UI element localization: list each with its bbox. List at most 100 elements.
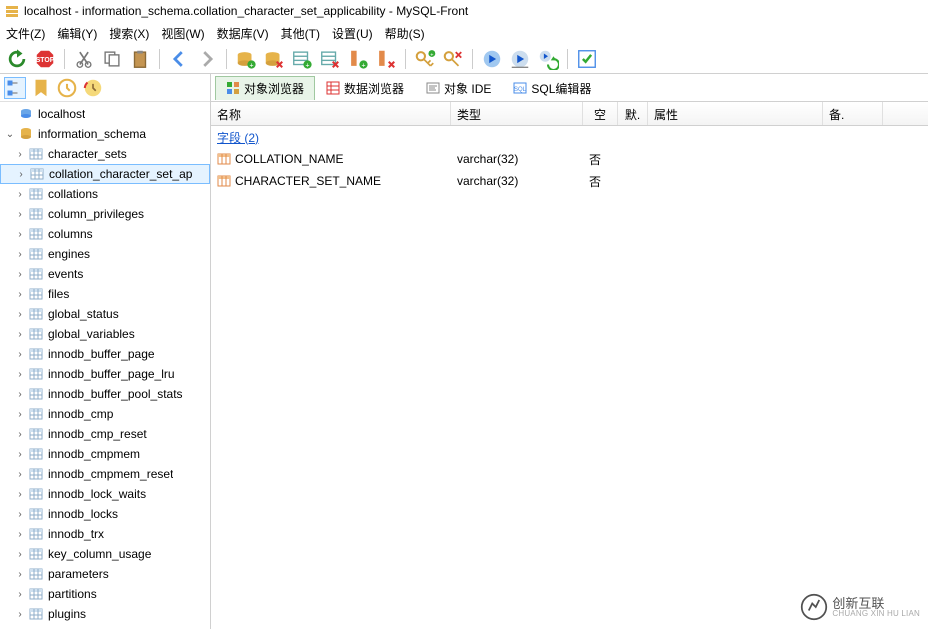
expander-icon[interactable]: › bbox=[14, 488, 26, 500]
tree-view-button[interactable] bbox=[4, 77, 26, 99]
menu-database[interactable]: 数据库(V) bbox=[217, 25, 269, 42]
expander-icon[interactable]: › bbox=[14, 388, 26, 400]
tab-object-browser[interactable]: 对象浏览器 bbox=[215, 76, 315, 100]
refresh-button[interactable] bbox=[6, 48, 28, 70]
expander-icon[interactable]: › bbox=[14, 348, 26, 360]
tree-node-label: innodb_cmpmem_reset bbox=[48, 467, 173, 481]
forward-button[interactable] bbox=[196, 48, 218, 70]
menu-file[interactable]: 文件(Z) bbox=[6, 25, 45, 42]
expander-icon[interactable]: › bbox=[14, 248, 26, 260]
col-add-button[interactable]: + bbox=[347, 48, 369, 70]
tree-table[interactable]: ›innodb_buffer_page_lru bbox=[0, 364, 210, 384]
db-del-button[interactable] bbox=[263, 48, 285, 70]
run-refresh-button[interactable] bbox=[537, 48, 559, 70]
menu-misc[interactable]: 其他(T) bbox=[281, 25, 320, 42]
expander-icon[interactable]: › bbox=[14, 528, 26, 540]
db-add-button[interactable]: + bbox=[235, 48, 257, 70]
section-row[interactable]: 字段 (2) bbox=[211, 126, 928, 148]
tree-table[interactable]: ›columns bbox=[0, 224, 210, 244]
menu-settings[interactable]: 设置(U) bbox=[332, 25, 373, 42]
expander-icon[interactable]: › bbox=[14, 568, 26, 580]
expander-icon[interactable]: › bbox=[15, 168, 27, 180]
expander-icon[interactable]: › bbox=[14, 148, 26, 160]
tree-table[interactable]: ›innodb_locks bbox=[0, 504, 210, 524]
paste-button[interactable] bbox=[129, 48, 151, 70]
tree-table[interactable]: ›innodb_cmp bbox=[0, 404, 210, 424]
tree-table[interactable]: › innodb_cmpmem_reset bbox=[0, 464, 210, 484]
tree-table[interactable]: ›plugins bbox=[0, 604, 210, 624]
tree-database[interactable]: ⌄information_schema bbox=[0, 124, 210, 144]
tree-table[interactable]: ›collation_character_set_ap bbox=[0, 164, 210, 184]
section-title[interactable]: 字段 (2) bbox=[217, 129, 259, 146]
tree-table[interactable]: ›innodb_buffer_pool_stats bbox=[0, 384, 210, 404]
tree-table[interactable]: ›events bbox=[0, 264, 210, 284]
tree-table[interactable]: ›innodb_cmp_reset bbox=[0, 424, 210, 444]
tab-sql-editor[interactable]: SQL SQL编辑器 bbox=[502, 76, 602, 100]
col-del-button[interactable] bbox=[375, 48, 397, 70]
menu-edit[interactable]: 编辑(Y) bbox=[57, 25, 97, 42]
tree-table[interactable]: ›innodb_lock_waits bbox=[0, 484, 210, 504]
expander-icon[interactable]: › bbox=[14, 608, 26, 620]
tree-table[interactable]: ›collations bbox=[0, 184, 210, 204]
tree-table[interactable]: ›parameters bbox=[0, 564, 210, 584]
expander-icon[interactable]: › bbox=[14, 288, 26, 300]
tree-node-icon bbox=[28, 606, 44, 622]
stop-button[interactable]: STOP bbox=[34, 48, 56, 70]
expander-icon[interactable]: › bbox=[14, 588, 26, 600]
tree-table[interactable]: ›innodb_cmpmem bbox=[0, 444, 210, 464]
expander-icon[interactable]: › bbox=[14, 428, 26, 440]
copy-button[interactable] bbox=[101, 48, 123, 70]
svg-text:SQL: SQL bbox=[514, 87, 527, 93]
header-remark[interactable]: 备. bbox=[823, 102, 883, 125]
tree-table[interactable]: ›files bbox=[0, 284, 210, 304]
run-button[interactable] bbox=[481, 48, 503, 70]
schedule-button[interactable] bbox=[82, 77, 104, 99]
back-button[interactable] bbox=[168, 48, 190, 70]
menu-help[interactable]: 帮助(S) bbox=[385, 25, 425, 42]
header-type[interactable]: 类型 bbox=[451, 102, 583, 125]
bookmark-button[interactable] bbox=[30, 77, 52, 99]
menu-search[interactable]: 搜索(X) bbox=[109, 25, 149, 42]
apply-button[interactable] bbox=[576, 48, 598, 70]
tree-host[interactable]: localhost bbox=[0, 104, 210, 124]
cut-button[interactable] bbox=[73, 48, 95, 70]
key-del-button[interactable] bbox=[442, 48, 464, 70]
expander-icon[interactable]: › bbox=[14, 308, 26, 320]
header-attr[interactable]: 属性 bbox=[648, 102, 823, 125]
tree-table[interactable]: ›global_status bbox=[0, 304, 210, 324]
expander-icon[interactable]: › bbox=[14, 548, 26, 560]
tab-object-ide[interactable]: 对象 IDE bbox=[415, 76, 502, 100]
expander-icon[interactable]: › bbox=[14, 328, 26, 340]
tree-table[interactable]: ›column_privileges bbox=[0, 204, 210, 224]
history-button[interactable] bbox=[56, 77, 78, 99]
header-null[interactable]: 空 bbox=[583, 102, 618, 125]
tree-table[interactable]: ›global_variables bbox=[0, 324, 210, 344]
tree-table[interactable]: ›key_column_usage bbox=[0, 544, 210, 564]
expander-icon[interactable]: › bbox=[14, 368, 26, 380]
tree-table[interactable]: ›partitions bbox=[0, 584, 210, 604]
expander-icon[interactable]: › bbox=[14, 508, 26, 520]
header-default[interactable]: 默. bbox=[618, 102, 648, 125]
key-add-button[interactable]: + bbox=[414, 48, 436, 70]
table-row[interactable]: CHARACTER_SET_NAMEvarchar(32)否 bbox=[211, 170, 928, 192]
expander-icon[interactable]: › bbox=[14, 268, 26, 280]
expander-icon[interactable]: › bbox=[14, 228, 26, 240]
tab-data-browser[interactable]: 数据浏览器 bbox=[315, 76, 415, 100]
expander-icon[interactable]: › bbox=[14, 468, 26, 480]
tree-table[interactable]: ›engines bbox=[0, 244, 210, 264]
tree-table[interactable]: ›innodb_buffer_page bbox=[0, 344, 210, 364]
run-line-button[interactable] bbox=[509, 48, 531, 70]
table-row[interactable]: COLLATION_NAMEvarchar(32)否 bbox=[211, 148, 928, 170]
expander-icon[interactable]: › bbox=[14, 408, 26, 420]
expander-icon[interactable]: › bbox=[14, 208, 26, 220]
table-del-button[interactable] bbox=[319, 48, 341, 70]
table-add-button[interactable]: + bbox=[291, 48, 313, 70]
header-name[interactable]: 名称 bbox=[211, 102, 451, 125]
expander-icon[interactable]: › bbox=[14, 188, 26, 200]
menu-view[interactable]: 视图(W) bbox=[161, 25, 204, 42]
tree-table[interactable]: ›innodb_trx bbox=[0, 524, 210, 544]
expander-icon[interactable]: ⌄ bbox=[4, 128, 16, 140]
expander-icon[interactable]: › bbox=[14, 448, 26, 460]
tree-table[interactable]: ›character_sets bbox=[0, 144, 210, 164]
expander-icon[interactable] bbox=[4, 108, 16, 120]
